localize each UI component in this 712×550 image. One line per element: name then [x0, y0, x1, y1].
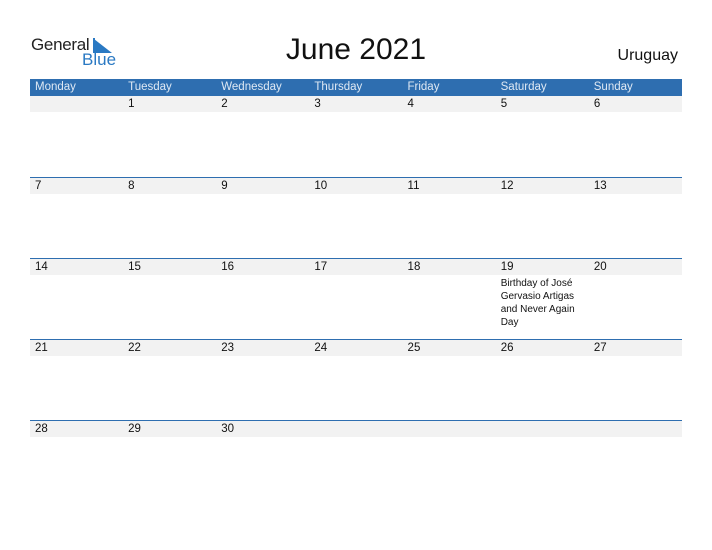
week-row: 21 22 23 24 25 26 27	[30, 339, 682, 421]
day-cell: 13	[589, 178, 682, 259]
day-cell: 10	[309, 178, 402, 259]
day-cell: 16	[216, 259, 309, 340]
day-cell: 30	[216, 421, 309, 502]
day-cell: 15	[123, 259, 216, 340]
day-cell: 27	[589, 340, 682, 421]
day-number: 10	[314, 180, 328, 192]
day-cell: 3	[309, 96, 402, 177]
week-row: 28 29 30	[30, 420, 682, 502]
day-number: 16	[221, 261, 235, 273]
day-cell: 23	[216, 340, 309, 421]
day-number: 23	[221, 342, 235, 354]
day-number: 29	[128, 423, 141, 435]
day-cell: 21	[30, 340, 123, 421]
day-number: 4	[407, 98, 414, 110]
day-number: 26	[500, 342, 514, 354]
weekday-monday: Monday	[35, 81, 76, 93]
day-cell: 8	[123, 178, 216, 259]
weekday-sunday: Sunday	[593, 81, 633, 93]
week-row: 7 8 9 10 11 12 13	[30, 177, 682, 259]
day-cell: 9	[216, 178, 309, 259]
day-cell	[30, 96, 123, 177]
day-cell: 22	[123, 340, 216, 421]
weekday-friday: Friday	[407, 81, 440, 93]
weekday-saturday: Saturday	[500, 81, 547, 93]
day-cell	[589, 421, 682, 502]
day-number: 18	[407, 261, 421, 273]
day-cell: 24	[309, 340, 402, 421]
day-cell: 29	[123, 421, 216, 502]
day-cell	[309, 421, 402, 502]
day-cell: 7	[30, 178, 123, 259]
day-cell: 14	[30, 259, 123, 340]
day-cell: 1	[123, 96, 216, 177]
day-cell: 4	[403, 96, 496, 177]
week-row: 1 2 3 4 5 6	[30, 96, 682, 177]
day-number: 8	[128, 180, 135, 192]
day-number: 9	[221, 180, 228, 192]
day-cell: 28	[30, 421, 123, 502]
weekday-header: Monday Tuesday Wednesday Thursday Friday…	[30, 79, 682, 96]
day-number: 6	[593, 98, 601, 110]
day-cell: 18	[403, 259, 496, 340]
day-number: 15	[128, 261, 141, 273]
day-number: 20	[593, 261, 607, 273]
weekday-wednesday: Wednesday	[221, 81, 282, 93]
day-number: 25	[407, 342, 421, 354]
day-number: 7	[35, 180, 42, 192]
day-cell	[403, 421, 496, 502]
day-number: 13	[593, 180, 607, 192]
day-number: 3	[314, 98, 321, 110]
day-number: 12	[500, 180, 514, 192]
day-cell: 20	[589, 259, 682, 340]
day-cell: 17	[309, 259, 402, 340]
day-number: 2	[221, 98, 228, 110]
day-cell: 2	[216, 96, 309, 177]
day-number: 19	[500, 261, 514, 273]
day-cell: 11	[403, 178, 496, 259]
holiday-event: Birthday of José Gervasio Artigas and Ne…	[500, 278, 575, 328]
day-cell: 6	[589, 96, 682, 177]
weekday-tuesday: Tuesday	[128, 81, 172, 93]
country-label: Uruguay	[617, 47, 678, 64]
day-number: 5	[500, 98, 508, 110]
day-number: 24	[314, 342, 328, 354]
weekday-thursday: Thursday	[314, 81, 363, 93]
day-cell: 26	[496, 340, 589, 421]
day-number: 11	[407, 180, 420, 192]
day-cell: 19 Birthday of José Gervasio Artigas and …	[496, 259, 589, 340]
day-number: 21	[35, 342, 48, 354]
day-number: 27	[593, 342, 607, 354]
day-number: 22	[128, 342, 141, 354]
day-number: 17	[314, 261, 328, 273]
day-cell	[496, 421, 589, 502]
day-cell: 5	[496, 96, 589, 177]
day-cell: 12	[496, 178, 589, 259]
day-cell: 25	[403, 340, 496, 421]
week-row: 14 15 16 17 18 19 Birthday of José Gervasio Ar…	[30, 258, 682, 340]
day-number: 14	[35, 261, 48, 273]
day-number: 28	[35, 423, 48, 435]
calendar-title: June 2021	[285, 33, 427, 66]
day-number: 1	[128, 98, 135, 110]
day-number: 30	[221, 423, 235, 435]
